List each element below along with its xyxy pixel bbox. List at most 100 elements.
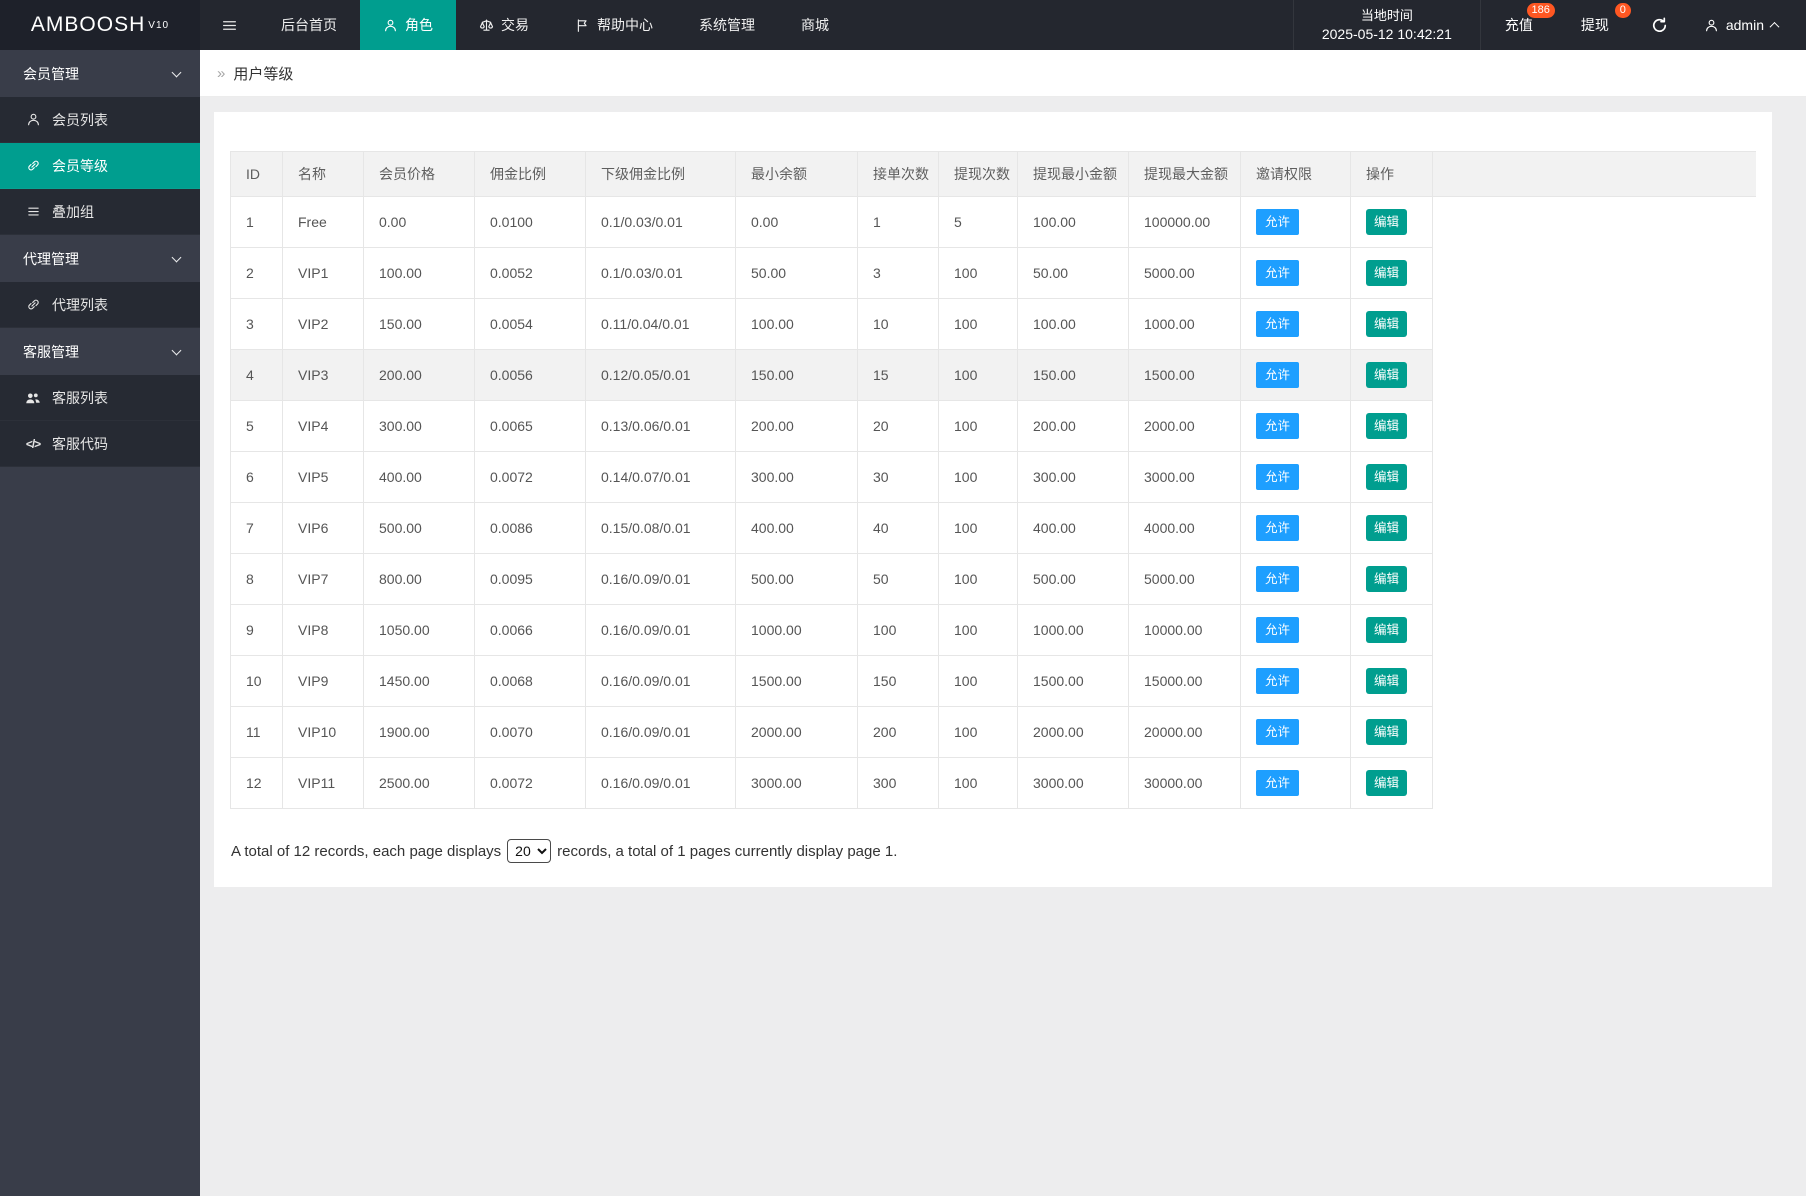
nav-tab-trade[interactable]: 交易 [456,0,552,50]
table-cell: 3 [231,299,283,350]
invite-allow-button[interactable]: 允许 [1256,566,1299,593]
table-cell: 0.16/0.09/0.01 [586,554,736,605]
sidebar-item-overlay-group[interactable]: 叠加组 [0,189,200,235]
sidebar-item-service-list[interactable]: 客服列表 [0,375,200,421]
invite-allow-button[interactable]: 允许 [1256,209,1299,236]
invite-allow-button[interactable]: 允许 [1256,617,1299,644]
table-cell: 4000.00 [1129,503,1241,554]
nav-tab-dashboard[interactable]: 后台首页 [258,0,360,50]
sidebar-item-label: 会员等级 [52,156,108,176]
operation-cell: 编辑 [1351,605,1433,656]
table-cell: 100 [939,401,1018,452]
table-cell: VIP9 [283,656,364,707]
refresh-button[interactable] [1633,0,1686,50]
sidebar-item-service-code[interactable]: </>客服代码 [0,421,200,467]
edit-button[interactable]: 编辑 [1366,362,1407,389]
table-row: 10VIP91450.000.00680.16/0.09/0.011500.00… [231,656,1757,707]
table-cell: 1450.00 [364,656,475,707]
table-cell: VIP6 [283,503,364,554]
invite-allow-button[interactable]: 允许 [1256,464,1299,491]
edit-button[interactable]: 编辑 [1366,464,1407,491]
operation-cell: 编辑 [1351,656,1433,707]
table-cell: 100 [939,503,1018,554]
table-cell: Free [283,197,364,248]
table-cell: 50 [858,554,939,605]
operation-cell: 编辑 [1351,503,1433,554]
table-cell: VIP4 [283,401,364,452]
invite-permission-cell: 允许 [1241,503,1351,554]
sidebar-group-label: 会员管理 [23,64,79,84]
table-cell: 5000.00 [1129,248,1241,299]
recharge-button[interactable]: 充值 186 [1481,0,1557,50]
sidebar-item-service-management[interactable]: 客服管理 [0,328,200,375]
table-cell: 50.00 [736,248,858,299]
invite-allow-button[interactable]: 允许 [1256,362,1299,389]
invite-allow-button[interactable]: 允许 [1256,668,1299,695]
operation-cell: 编辑 [1351,248,1433,299]
sidebar-item-member-management[interactable]: 会员管理 [0,50,200,97]
table-cell: 200.00 [736,401,858,452]
table-cell: 100.00 [364,248,475,299]
sidebar-item-agent-management[interactable]: 代理管理 [0,235,200,282]
nav-tab-label: 帮助中心 [597,15,653,35]
users-icon [24,390,42,406]
sidebar-item-label: 会员列表 [52,110,108,130]
withdraw-button[interactable]: 提现 0 [1557,0,1633,50]
table-cell: 1000.00 [1018,605,1129,656]
invite-permission-cell: 允许 [1241,350,1351,401]
sidebar-item-agent-list[interactable]: 代理列表 [0,282,200,328]
local-time-label: 当地时间 [1361,7,1413,25]
app-logo-version: V10 [148,20,169,31]
link-icon [24,297,42,312]
sidebar-toggle-button[interactable] [200,0,258,50]
table-cell: 1 [231,197,283,248]
refresh-icon [1651,17,1668,34]
nav-tab-system[interactable]: 系统管理 [676,0,778,50]
invite-permission-cell: 允许 [1241,605,1351,656]
edit-button[interactable]: 编辑 [1366,566,1407,593]
user-menu[interactable]: admin [1686,0,1806,50]
table-cell: 1000.00 [1129,299,1241,350]
pagination-text-after: records, a total of 1 pages currently di… [557,843,897,860]
invite-allow-button[interactable]: 允许 [1256,770,1299,797]
app-logo: AMBOOSH V10 [0,0,200,50]
table-cell: 0.00 [736,197,858,248]
invite-permission-cell: 允许 [1241,401,1351,452]
invite-allow-button[interactable]: 允许 [1256,515,1299,542]
edit-button[interactable]: 编辑 [1366,413,1407,440]
table-cell: 1 [858,197,939,248]
nav-tab-mall[interactable]: 商城 [778,0,852,50]
invite-allow-button[interactable]: 允许 [1256,260,1299,287]
invite-allow-button[interactable]: 允许 [1256,311,1299,338]
breadcrumb: » 用户等级 [200,50,1806,97]
edit-button[interactable]: 编辑 [1366,209,1407,236]
edit-button[interactable]: 编辑 [1366,617,1407,644]
table-cell: 0.0068 [475,656,586,707]
page-size-select[interactable]: 20 [507,839,551,863]
table-cell: 0.16/0.09/0.01 [586,758,736,809]
table-cell: 300.00 [364,401,475,452]
edit-button[interactable]: 编辑 [1366,668,1407,695]
empty-cell [1433,656,1757,707]
edit-button[interactable]: 编辑 [1366,260,1407,287]
table-cell: 2 [231,248,283,299]
sidebar-item-member-list[interactable]: 会员列表 [0,97,200,143]
empty-cell [1433,401,1757,452]
nav-tab-label: 商城 [801,15,829,35]
sidebar-item-member-level[interactable]: 会员等级 [0,143,200,189]
table-cell: 3 [858,248,939,299]
table-cell: 100 [939,452,1018,503]
edit-button[interactable]: 编辑 [1366,515,1407,542]
edit-button[interactable]: 编辑 [1366,770,1407,797]
table-cell: 7 [231,503,283,554]
nav-tab-help-center[interactable]: 帮助中心 [552,0,676,50]
invite-allow-button[interactable]: 允许 [1256,413,1299,440]
column-header: 最小余额 [736,152,858,197]
table-cell: 9 [231,605,283,656]
nav-tab-roles[interactable]: 角色 [360,0,456,50]
invite-allow-button[interactable]: 允许 [1256,719,1299,746]
edit-button[interactable]: 编辑 [1366,719,1407,746]
edit-button[interactable]: 编辑 [1366,311,1407,338]
column-header: 佣金比例 [475,152,586,197]
table-cell: 150.00 [1018,350,1129,401]
